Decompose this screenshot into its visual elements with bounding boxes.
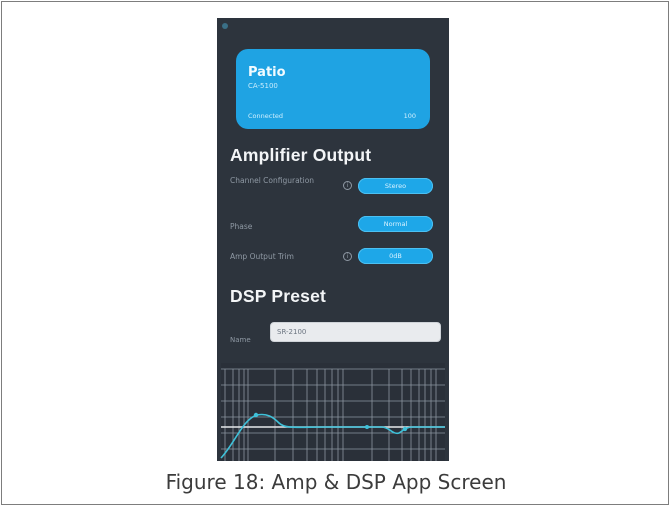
amplifier-output-title: Amplifier Output	[230, 145, 372, 165]
eq-graph-svg	[220, 363, 445, 461]
phase-label: Phase	[230, 222, 253, 231]
figure-caption: Figure 18: Amp & DSP App Screen	[165, 470, 507, 494]
preset-name-field[interactable]: SR-2100	[270, 322, 441, 342]
info-icon[interactable]: i	[343, 181, 352, 190]
channel-configuration-button[interactable]: Stereo	[358, 178, 433, 194]
channel-configuration-label: Channel Configuration	[230, 176, 315, 185]
preset-name-label: Name	[230, 336, 251, 344]
dsp-preset-title: DSP Preset	[230, 286, 327, 306]
eq-response-graph[interactable]	[217, 363, 449, 461]
device-status: Connected	[248, 112, 284, 120]
device-value: 100	[403, 112, 416, 120]
device-model: CA-5100	[248, 82, 278, 90]
status-indicator-icon	[222, 23, 228, 29]
device-card[interactable]: Patio CA-5100 Connected 100	[236, 49, 430, 129]
eq-handle[interactable]	[253, 412, 259, 418]
phase-button[interactable]: Normal	[358, 216, 433, 232]
eq-handle[interactable]	[402, 426, 408, 432]
eq-handle[interactable]	[365, 425, 369, 429]
device-name: Patio	[248, 65, 286, 80]
amp-output-trim-label: Amp Output Trim	[230, 252, 294, 261]
app-screen: Patio CA-5100 Connected 100 Amplifier Ou…	[217, 18, 449, 461]
amp-output-trim-button[interactable]: 0dB	[358, 248, 433, 264]
figure-frame: Patio CA-5100 Connected 100 Amplifier Ou…	[1, 1, 669, 505]
info-icon[interactable]: i	[343, 252, 352, 261]
